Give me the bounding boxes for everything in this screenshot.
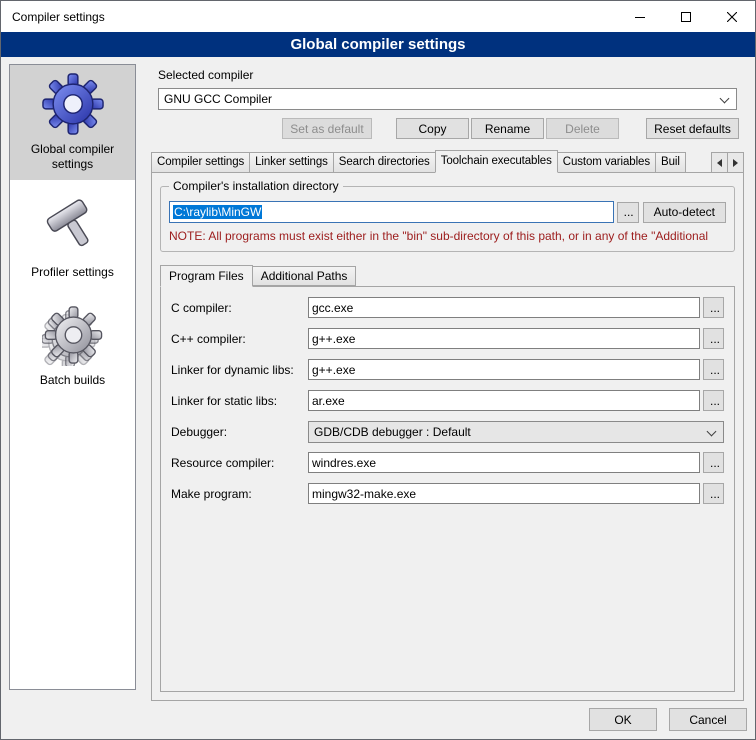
set-as-default-button[interactable]: Set as default <box>282 118 372 139</box>
selected-text: C:\raylib\MinGW <box>173 205 262 219</box>
cpp-compiler-input[interactable] <box>308 328 700 349</box>
field-label: C++ compiler: <box>171 332 308 346</box>
field-label: C compiler: <box>171 301 308 315</box>
debugger-row: Debugger: GDB/CDB debugger : Default <box>171 421 724 442</box>
field-label: Linker for dynamic libs: <box>171 363 308 377</box>
arrow-right-icon <box>733 159 738 167</box>
browse-button[interactable]: ... <box>703 359 724 380</box>
titlebar[interactable]: Compiler settings <box>1 1 755 32</box>
field-label: Linker for static libs: <box>171 394 308 408</box>
minimize-button[interactable] <box>617 1 663 32</box>
static-linker-row: Linker for static libs: ... <box>171 390 724 411</box>
browse-button[interactable]: ... <box>703 328 724 349</box>
sidebar-item-label: Global compiler settings <box>12 142 133 172</box>
groupbox-legend: Compiler's installation directory <box>169 179 343 193</box>
delete-button[interactable]: Delete <box>546 118 619 139</box>
field-label: Debugger: <box>171 425 308 439</box>
main-panel: Selected compiler GNU GCC Compiler Set a… <box>146 63 749 703</box>
compiler-select-value: GNU GCC Compiler <box>164 92 272 106</box>
field-label: Resource compiler: <box>171 456 308 470</box>
install-dir-groupbox: Compiler's installation directory C:\ray… <box>160 186 735 252</box>
make-program-row: Make program: ... <box>171 483 724 504</box>
program-files-tabstrip: Program Files Additional Paths <box>160 264 735 286</box>
sidebar-item-global-compiler-settings[interactable]: Global compiler settings <box>10 65 135 180</box>
resource-compiler-row: Resource compiler: ... <box>171 452 724 473</box>
browse-button[interactable]: ... <box>703 452 724 473</box>
note-text: NOTE: All programs must exist either in … <box>169 229 726 243</box>
dialog-footer: OK Cancel <box>589 708 747 731</box>
close-icon <box>727 12 737 22</box>
ok-button[interactable]: OK <box>589 708 657 731</box>
minimize-icon <box>635 12 645 22</box>
window-title: Compiler settings <box>1 1 617 32</box>
resource-compiler-input[interactable] <box>308 452 700 473</box>
install-dir-row: C:\raylib\MinGW ... Auto-detect <box>169 201 726 223</box>
debugger-select-value: GDB/CDB debugger : Default <box>314 425 471 439</box>
compiler-actions: Set as default Copy Rename Delete Reset … <box>146 118 739 139</box>
compiler-select[interactable]: GNU GCC Compiler <box>158 88 737 110</box>
debugger-select[interactable]: GDB/CDB debugger : Default <box>308 421 724 443</box>
install-dir-browse-button[interactable]: ... <box>617 202 639 223</box>
page-title: Global compiler settings <box>1 32 755 57</box>
tab-custom-variables[interactable]: Custom variables <box>557 152 656 173</box>
c-compiler-input[interactable] <box>308 297 700 318</box>
browse-button[interactable]: ... <box>703 483 724 504</box>
copy-button[interactable]: Copy <box>396 118 469 139</box>
maximize-button[interactable] <box>663 1 709 32</box>
sidebar-item-label: Batch builds <box>40 373 105 388</box>
settings-sidebar: Global compiler settings Profiler settin… <box>9 64 136 690</box>
gear-gray-icon <box>42 304 104 366</box>
close-button[interactable] <box>709 1 755 32</box>
make-program-input[interactable] <box>308 483 700 504</box>
browse-button[interactable]: ... <box>703 297 724 318</box>
program-files-panel: C compiler: ... C++ compiler: ... Linker… <box>160 286 735 692</box>
maximize-icon <box>681 12 691 22</box>
tab-scroll-left-button[interactable] <box>711 152 728 173</box>
rename-button[interactable]: Rename <box>471 118 544 139</box>
tab-compiler-settings[interactable]: Compiler settings <box>151 152 250 173</box>
cpp-compiler-row: C++ compiler: ... <box>171 328 724 349</box>
toolchain-executables-panel: Compiler's installation directory C:\ray… <box>151 172 744 701</box>
cancel-button[interactable]: Cancel <box>669 708 747 731</box>
dynamic-linker-input[interactable] <box>308 359 700 380</box>
browse-button[interactable]: ... <box>703 390 724 411</box>
tab-search-directories[interactable]: Search directories <box>333 152 436 173</box>
sidebar-item-profiler-settings[interactable]: Profiler settings <box>10 188 135 288</box>
subtab-program-files[interactable]: Program Files <box>160 265 253 287</box>
chevron-down-icon <box>707 426 717 436</box>
settings-tabstrip: Compiler settings Linker settings Search… <box>151 150 744 173</box>
tab-build-options-clipped[interactable]: Buil <box>655 152 686 173</box>
sidebar-item-label: Profiler settings <box>31 265 114 280</box>
subtab-additional-paths[interactable]: Additional Paths <box>252 266 357 286</box>
profiler-tool-icon <box>42 196 104 258</box>
sidebar-item-batch-builds[interactable]: Batch builds <box>10 296 135 396</box>
arrow-left-icon <box>717 159 722 167</box>
field-label: Make program: <box>171 487 308 501</box>
autodetect-button[interactable]: Auto-detect <box>643 202 726 223</box>
selected-compiler-label: Selected compiler <box>158 68 749 82</box>
tab-linker-settings[interactable]: Linker settings <box>249 152 334 173</box>
reset-defaults-button[interactable]: Reset defaults <box>646 118 739 139</box>
dynamic-linker-row: Linker for dynamic libs: ... <box>171 359 724 380</box>
compiler-settings-window: Compiler settings Global compiler settin… <box>0 0 756 740</box>
install-dir-input[interactable]: C:\raylib\MinGW <box>169 201 614 223</box>
c-compiler-row: C compiler: ... <box>171 297 724 318</box>
tab-scroll-right-button[interactable] <box>727 152 744 173</box>
tab-scroll-arrows <box>712 152 744 173</box>
chevron-down-icon <box>720 94 730 104</box>
static-linker-input[interactable] <box>308 390 700 411</box>
gear-blue-icon <box>42 73 104 135</box>
tab-toolchain-executables[interactable]: Toolchain executables <box>435 150 558 173</box>
